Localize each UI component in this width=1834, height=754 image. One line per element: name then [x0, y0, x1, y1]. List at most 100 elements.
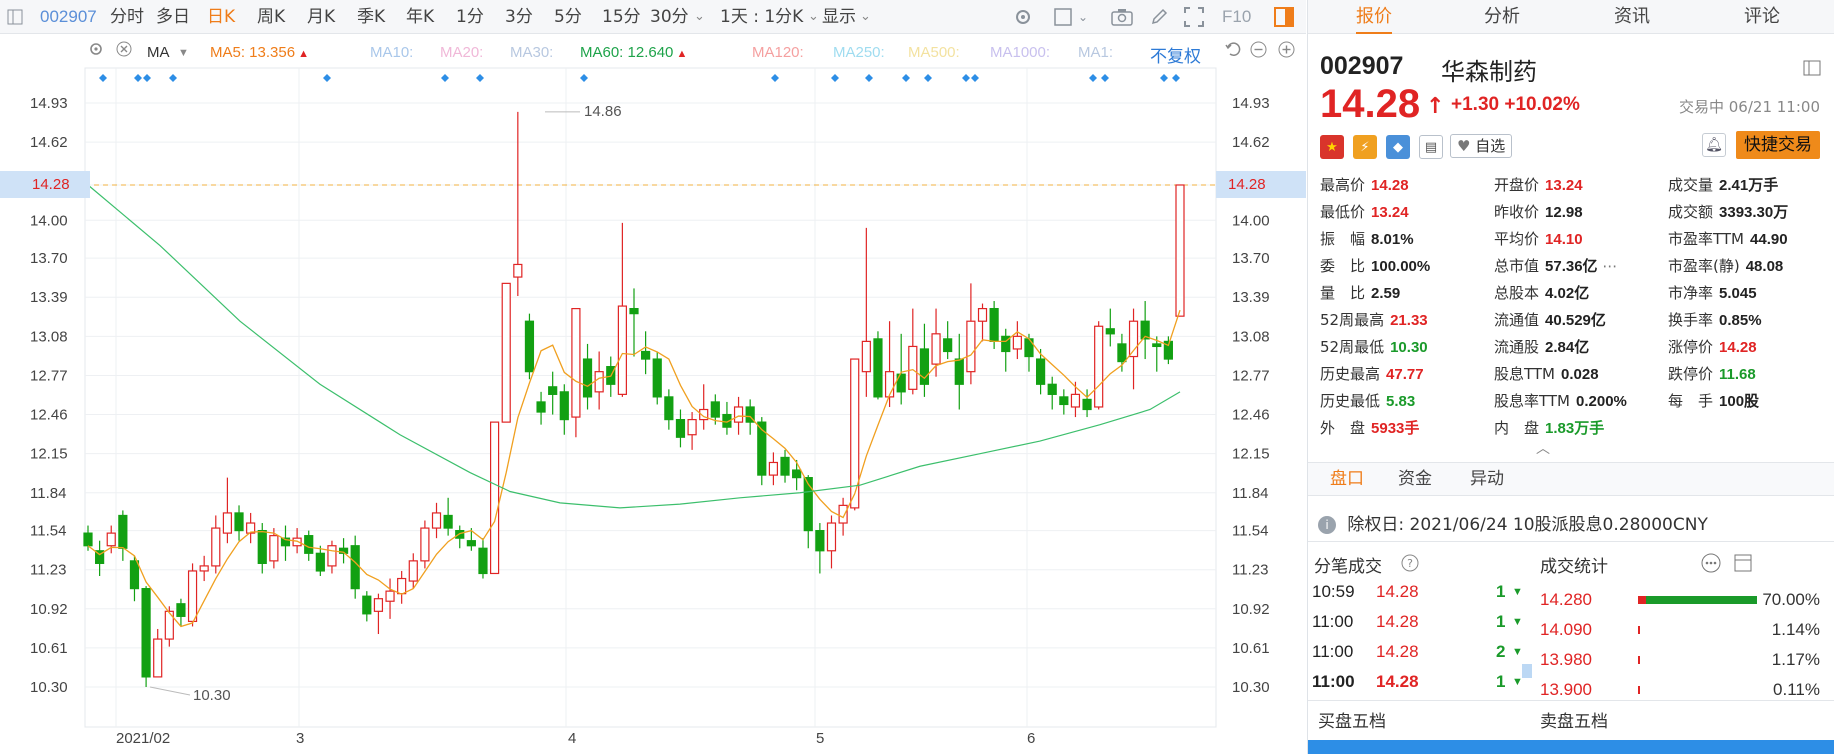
range-select[interactable]: 1天 : 1分K [720, 0, 803, 34]
candle-body[interactable] [838, 504, 848, 524]
candle-body[interactable] [199, 565, 209, 572]
candle-body[interactable] [385, 590, 395, 602]
candle-body[interactable] [664, 396, 674, 421]
tab-unusual[interactable]: 异动 [1470, 463, 1504, 495]
candle-body[interactable] [1035, 358, 1046, 385]
period-chevron-icon[interactable]: ⌄ [694, 0, 705, 34]
fullscreen-icon[interactable] [1180, 0, 1208, 34]
tab-news[interactable]: 资讯 [1614, 0, 1650, 34]
candle-body[interactable] [943, 338, 953, 353]
add-favorite-button[interactable]: ♥ 自选 [1450, 134, 1513, 158]
lightning-icon[interactable]: ⚡ [1353, 135, 1377, 159]
candle-body[interactable] [571, 307, 581, 418]
tab-15min[interactable]: 15分 [602, 0, 641, 34]
candle-body[interactable] [443, 514, 453, 529]
candle-body[interactable] [524, 320, 535, 373]
candle-body[interactable] [687, 418, 697, 436]
more-icon[interactable]: ⋯ [1598, 257, 1617, 275]
candle-body[interactable] [176, 603, 186, 617]
tab-weekly-k[interactable]: 周K [257, 0, 285, 34]
candle-body[interactable] [362, 595, 372, 615]
candle-body[interactable] [1117, 343, 1127, 363]
range-chevron-icon[interactable]: ⌄ [808, 0, 819, 34]
candle-body[interactable] [222, 512, 233, 534]
tab-pankou[interactable]: 盘口 [1330, 463, 1364, 495]
tab-quote[interactable]: 报价 [1356, 0, 1392, 34]
candle-body[interactable] [548, 386, 558, 395]
candle-body[interactable] [211, 527, 221, 567]
candle-body[interactable] [884, 371, 895, 398]
candle-body[interactable] [559, 391, 569, 421]
candle-body[interactable] [269, 535, 279, 562]
candle-body[interactable] [83, 532, 93, 547]
candle-body[interactable] [594, 371, 604, 393]
square-icon[interactable] [1050, 0, 1076, 34]
display-chevron-icon[interactable]: ⌄ [860, 0, 871, 34]
candle-body[interactable] [803, 477, 813, 532]
tab-funds[interactable]: 资金 [1398, 463, 1432, 495]
tab-daily-k[interactable]: 日K [207, 0, 235, 34]
tab-analysis[interactable]: 分析 [1484, 0, 1520, 34]
help-icon[interactable]: ? [1400, 552, 1420, 574]
display-menu[interactable]: 显示 [822, 0, 856, 34]
camera-icon[interactable] [1108, 0, 1136, 34]
tab-yearly-k[interactable]: 年K [406, 0, 434, 34]
candle-body[interactable] [1082, 398, 1092, 411]
candle-body[interactable] [478, 547, 488, 575]
more-icon[interactable] [1700, 552, 1722, 574]
kline-chart[interactable]: 14.93 14.93 14.62 14.62 14.28 14.28 14.00 14.00… [0, 34, 1306, 754]
candle-body[interactable] [420, 527, 430, 562]
f10-button[interactable]: F10 [1222, 0, 1251, 34]
collapse-panel-icon[interactable] [1800, 56, 1824, 80]
candle-body[interactable] [1175, 184, 1185, 317]
candle-body[interactable] [826, 522, 837, 552]
candle-body[interactable] [536, 401, 546, 413]
candle-body[interactable] [931, 333, 941, 365]
candle-body[interactable] [733, 406, 744, 423]
candle-body[interactable] [129, 560, 140, 590]
candle-body[interactable] [315, 552, 325, 572]
candle-body[interactable] [234, 512, 244, 532]
candle-body[interactable] [908, 345, 918, 390]
candle-body[interactable] [652, 358, 662, 398]
tab-duori[interactable]: 多日 [156, 0, 190, 34]
candle-body[interactable] [118, 514, 128, 549]
candle-body[interactable] [861, 340, 871, 373]
candle-body[interactable] [501, 282, 511, 423]
alert-bell-icon[interactable]: 🔔︎ [1702, 133, 1726, 157]
candle-body[interactable] [466, 540, 476, 547]
candle-body[interactable] [641, 350, 651, 360]
candle-body[interactable] [792, 469, 802, 479]
tab-fenshi[interactable]: 分时 [110, 0, 144, 34]
tab-5min[interactable]: 5分 [554, 0, 582, 34]
tab-quarterly-k[interactable]: 季K [357, 0, 385, 34]
tab-30min[interactable]: 30分 [650, 0, 689, 34]
candle-body[interactable] [373, 598, 384, 612]
candlestick-chart-svg[interactable]: 14.93 14.93 14.62 14.62 14.28 14.28 14.00 14.00… [0, 34, 1306, 754]
candle-body[interactable] [141, 588, 151, 678]
candle-body[interactable] [1105, 328, 1115, 335]
candle-body[interactable] [1047, 383, 1057, 395]
quick-trade-button[interactable]: 快捷交易 [1736, 131, 1820, 159]
layout-icon[interactable] [4, 0, 26, 34]
settings-gear-icon[interactable] [1010, 0, 1036, 34]
candle-body[interactable] [513, 263, 523, 278]
expand-icon[interactable] [1732, 552, 1754, 574]
candle-body[interactable] [617, 305, 627, 395]
candle-body[interactable] [989, 307, 999, 342]
plot-area[interactable] [84, 67, 1217, 728]
candle-body[interactable] [327, 545, 337, 567]
candle-body[interactable] [106, 532, 116, 547]
candle-body[interactable] [582, 358, 593, 398]
tab-monthly-k[interactable]: 月K [307, 0, 335, 34]
candle-body[interactable] [153, 638, 163, 678]
note-icon[interactable]: ▤ [1419, 135, 1443, 159]
candle-body[interactable] [1012, 335, 1022, 350]
candle-body[interactable] [1094, 325, 1104, 408]
candle-body[interactable] [977, 307, 988, 322]
tab-1min[interactable]: 1分 [456, 0, 484, 34]
candle-body[interactable] [257, 529, 267, 564]
tab-comments[interactable]: 评论 [1744, 0, 1780, 34]
candle-body[interactable] [954, 358, 964, 385]
candle-body[interactable] [350, 545, 360, 590]
